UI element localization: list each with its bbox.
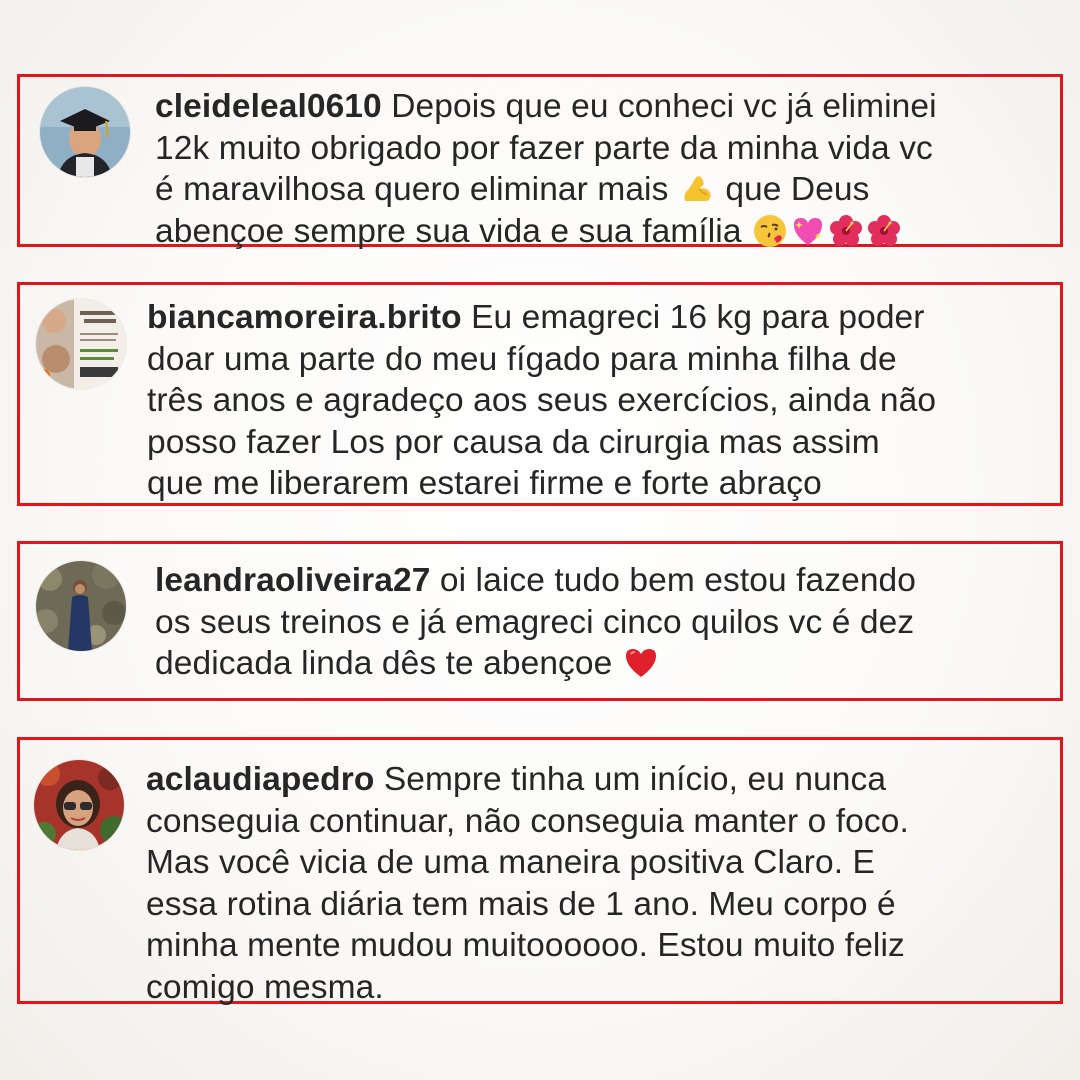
woman-outdoor-photo (36, 561, 126, 651)
comment-text: leandraoliveira27 oi laice tudo bem esto… (155, 562, 917, 682)
comment-card: cleideleal0610 Depois que eu conheci vc … (17, 74, 1063, 250)
flexed-biceps-icon (679, 171, 715, 207)
comment-text: cleideleal0610 Depois que eu conheci vc … (155, 88, 937, 250)
avatar[interactable] (36, 561, 126, 651)
username[interactable]: cleideleal0610 (155, 88, 382, 125)
sparkling-heart-icon (790, 213, 826, 249)
avatar[interactable] (34, 760, 124, 850)
username[interactable]: leandraoliveira27 (155, 562, 430, 599)
hibiscus-icon (866, 213, 902, 249)
woman-sunglasses-photo (34, 760, 124, 850)
comment-card: aclaudiapedro Sempre tinha um início, eu… (17, 737, 1063, 1006)
red-heart-icon (623, 645, 659, 681)
username[interactable]: aclaudiapedro (146, 761, 374, 798)
face-blowing-kiss-icon (752, 213, 788, 249)
graduate-child-photo (40, 87, 130, 177)
hibiscus-icon (828, 213, 864, 249)
avatar[interactable] (40, 87, 130, 177)
comment-text: aclaudiapedro Sempre tinha um início, eu… (146, 761, 909, 1006)
flyer-photo (36, 299, 126, 389)
avatar[interactable] (36, 299, 126, 389)
comment-text: biancamoreira.brito Eu emagreci 16 kg pa… (147, 299, 937, 502)
username[interactable]: biancamoreira.brito (147, 299, 462, 336)
comment-card: leandraoliveira27 oi laice tudo bem esto… (17, 541, 1063, 701)
comment-card: biancamoreira.brito Eu emagreci 16 kg pa… (17, 282, 1063, 506)
